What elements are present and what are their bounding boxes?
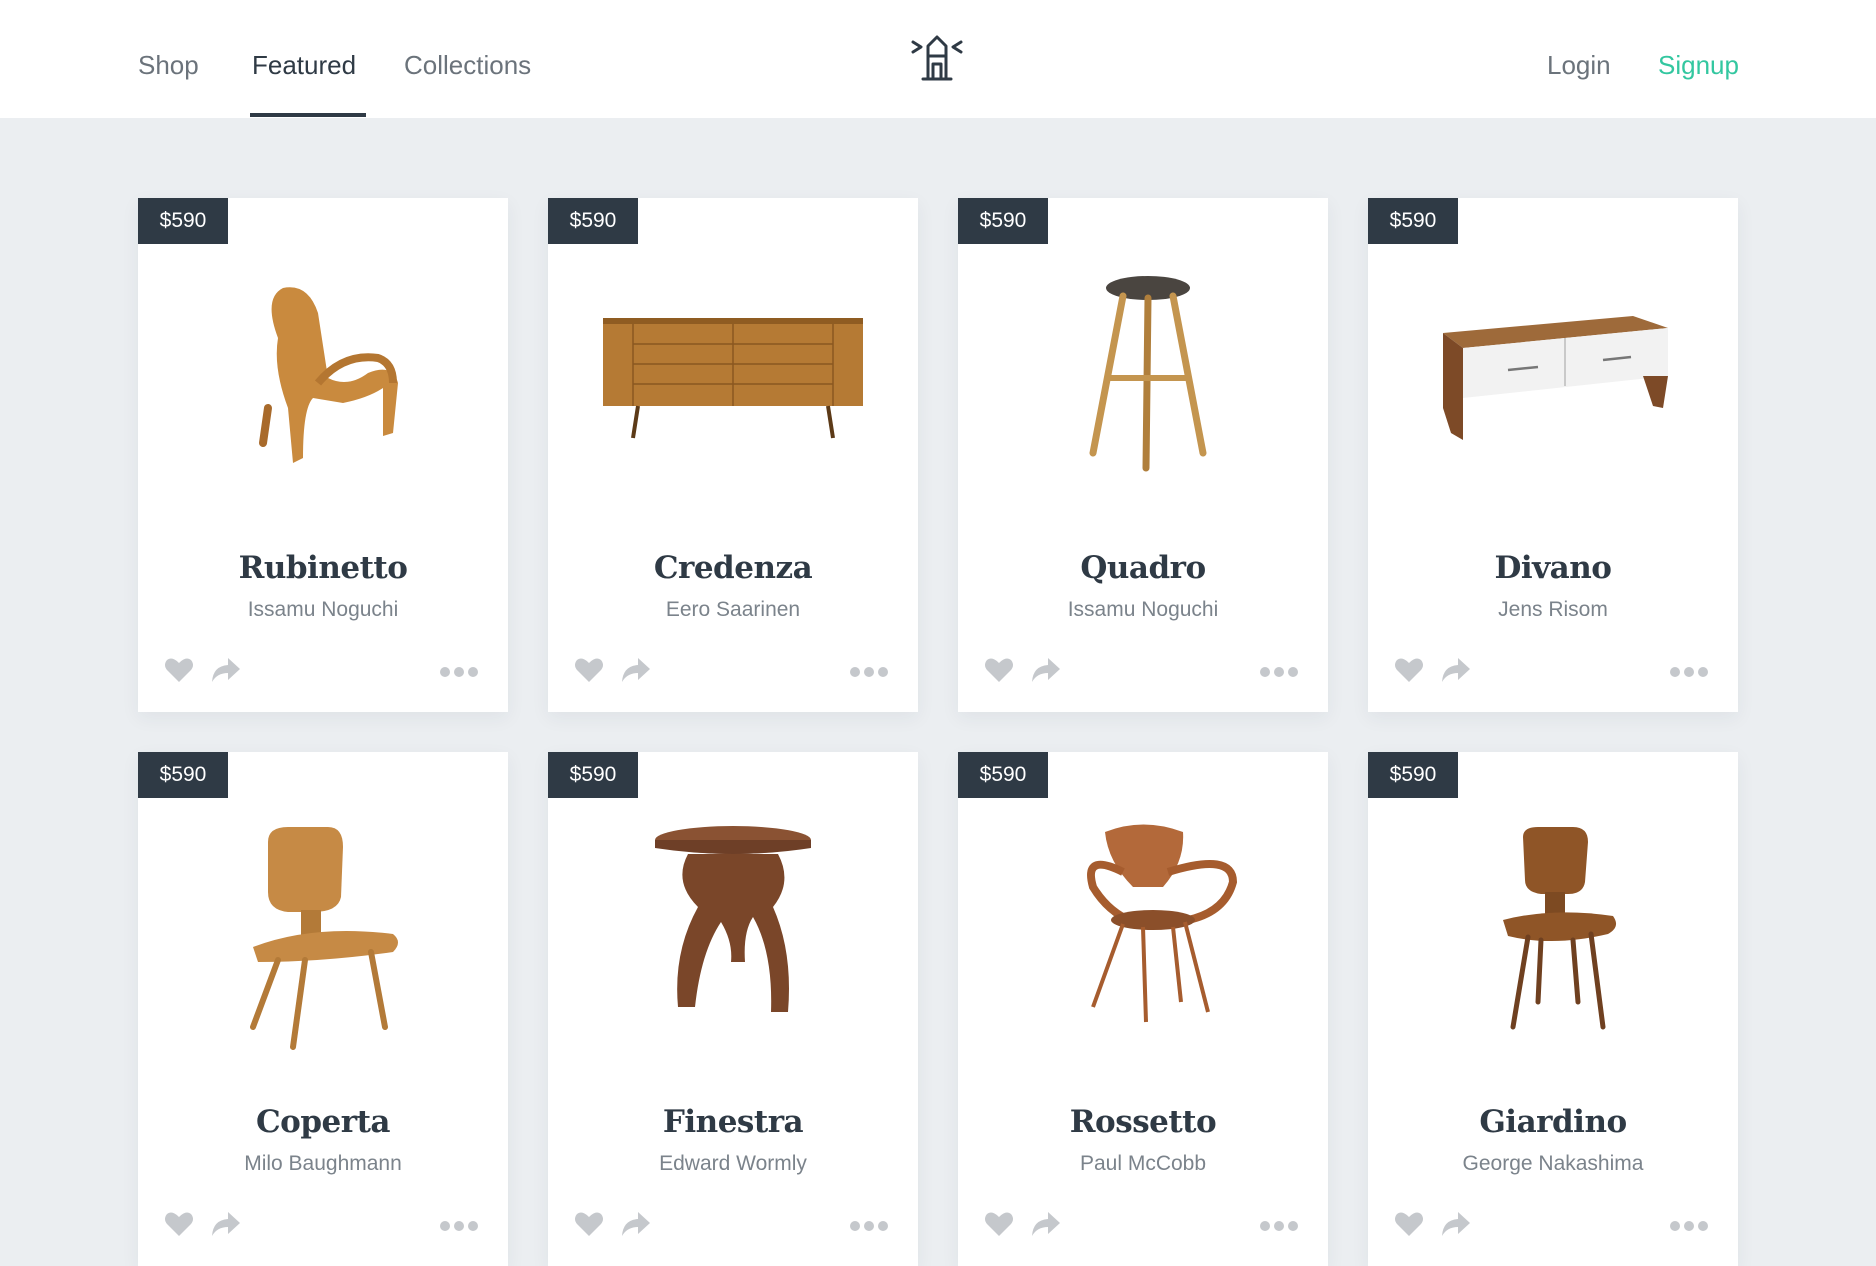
price-tag: $590	[138, 198, 228, 244]
product-designer: Jens Risom	[1498, 598, 1608, 621]
product-name: Finestra	[662, 1104, 804, 1140]
top-navigation: Shop Featured Collections Login Signup	[0, 0, 1876, 118]
nav-featured[interactable]: Featured	[252, 48, 356, 82]
product-name: Credenza	[653, 550, 813, 586]
share-icon[interactable]	[620, 1210, 652, 1238]
product-name: Rubinetto	[238, 550, 408, 586]
share-icon[interactable]	[1440, 656, 1472, 684]
product-name: Divano	[1494, 550, 1612, 586]
login-link[interactable]: Login	[1547, 48, 1611, 82]
product-card[interactable]: $590 Rubinetto Issamu Noguchi	[138, 198, 508, 712]
product-designer: Edward Wormly	[659, 1152, 807, 1175]
lighthouse-icon[interactable]	[911, 34, 963, 82]
more-icon[interactable]	[1258, 658, 1300, 686]
heart-icon[interactable]	[574, 656, 604, 684]
share-icon[interactable]	[210, 656, 242, 684]
share-icon[interactable]	[1030, 656, 1062, 684]
wooden-bench-drawers-image	[1443, 316, 1668, 440]
share-icon[interactable]	[620, 656, 652, 684]
product-card[interactable]: $590 Finestra Edward Wormly	[548, 752, 918, 1266]
heart-icon[interactable]	[984, 656, 1014, 684]
product-designer: Issamu Noguchi	[1067, 598, 1219, 621]
product-designer: Eero Saarinen	[665, 598, 801, 621]
more-icon[interactable]	[848, 1212, 890, 1240]
plywood-lounge-chair-image	[259, 287, 398, 463]
product-name: Rossetto	[1069, 1104, 1217, 1140]
more-icon[interactable]	[1668, 1212, 1710, 1240]
more-icon[interactable]	[438, 658, 480, 686]
heart-icon[interactable]	[1394, 1210, 1424, 1238]
walnut-dining-chair-image	[1503, 827, 1617, 1030]
price-tag: $590	[548, 752, 638, 798]
product-designer: Paul McCobb	[1079, 1152, 1207, 1175]
price-tag: $590	[958, 198, 1048, 244]
product-card[interactable]: $590 Giardino George Nakashima	[1368, 752, 1738, 1266]
heart-icon[interactable]	[1394, 656, 1424, 684]
signup-link[interactable]: Signup	[1658, 48, 1739, 82]
price-tag: $590	[1368, 752, 1458, 798]
bentwood-armchair-image	[1087, 824, 1238, 1023]
nav-collections[interactable]: Collections	[404, 48, 531, 82]
round-side-table-image	[655, 826, 811, 1012]
product-designer: Issamu Noguchi	[247, 598, 399, 621]
heart-icon[interactable]	[164, 1210, 194, 1238]
price-tag: $590	[548, 198, 638, 244]
bar-stool-image	[1089, 276, 1207, 472]
molded-plywood-chair-image	[250, 827, 398, 1050]
product-name: Coperta	[256, 1104, 391, 1140]
product-card[interactable]: $590 Coperta Milo Baughmann	[138, 752, 508, 1266]
more-icon[interactable]	[1258, 1212, 1300, 1240]
product-designer: Milo Baughmann	[244, 1152, 402, 1175]
product-card[interactable]: $590 Credenza Eero Saarinen	[548, 198, 918, 712]
more-icon[interactable]	[1668, 658, 1710, 686]
product-card[interactable]: $590 Quadro Issamu Noguchi	[958, 198, 1328, 712]
share-icon[interactable]	[1030, 1210, 1062, 1238]
price-tag: $590	[138, 752, 228, 798]
price-tag: $590	[958, 752, 1048, 798]
active-tab-indicator	[250, 113, 366, 117]
product-name: Quadro	[1080, 550, 1206, 586]
heart-icon[interactable]	[984, 1210, 1014, 1238]
more-icon[interactable]	[438, 1212, 480, 1240]
wooden-credenza-image	[603, 318, 863, 439]
share-icon[interactable]	[210, 1210, 242, 1238]
heart-icon[interactable]	[164, 656, 194, 684]
heart-icon[interactable]	[574, 1210, 604, 1238]
product-card[interactable]: $590 Divano Jens Risom	[1368, 198, 1738, 712]
price-tag: $590	[1368, 198, 1458, 244]
product-card[interactable]: $590 Rossetto Paul McCobb	[958, 752, 1328, 1266]
nav-shop[interactable]: Shop	[138, 48, 199, 82]
product-designer: George Nakashima	[1462, 1152, 1644, 1175]
product-name: Giardino	[1479, 1104, 1627, 1140]
share-icon[interactable]	[1440, 1210, 1472, 1238]
more-icon[interactable]	[848, 658, 890, 686]
